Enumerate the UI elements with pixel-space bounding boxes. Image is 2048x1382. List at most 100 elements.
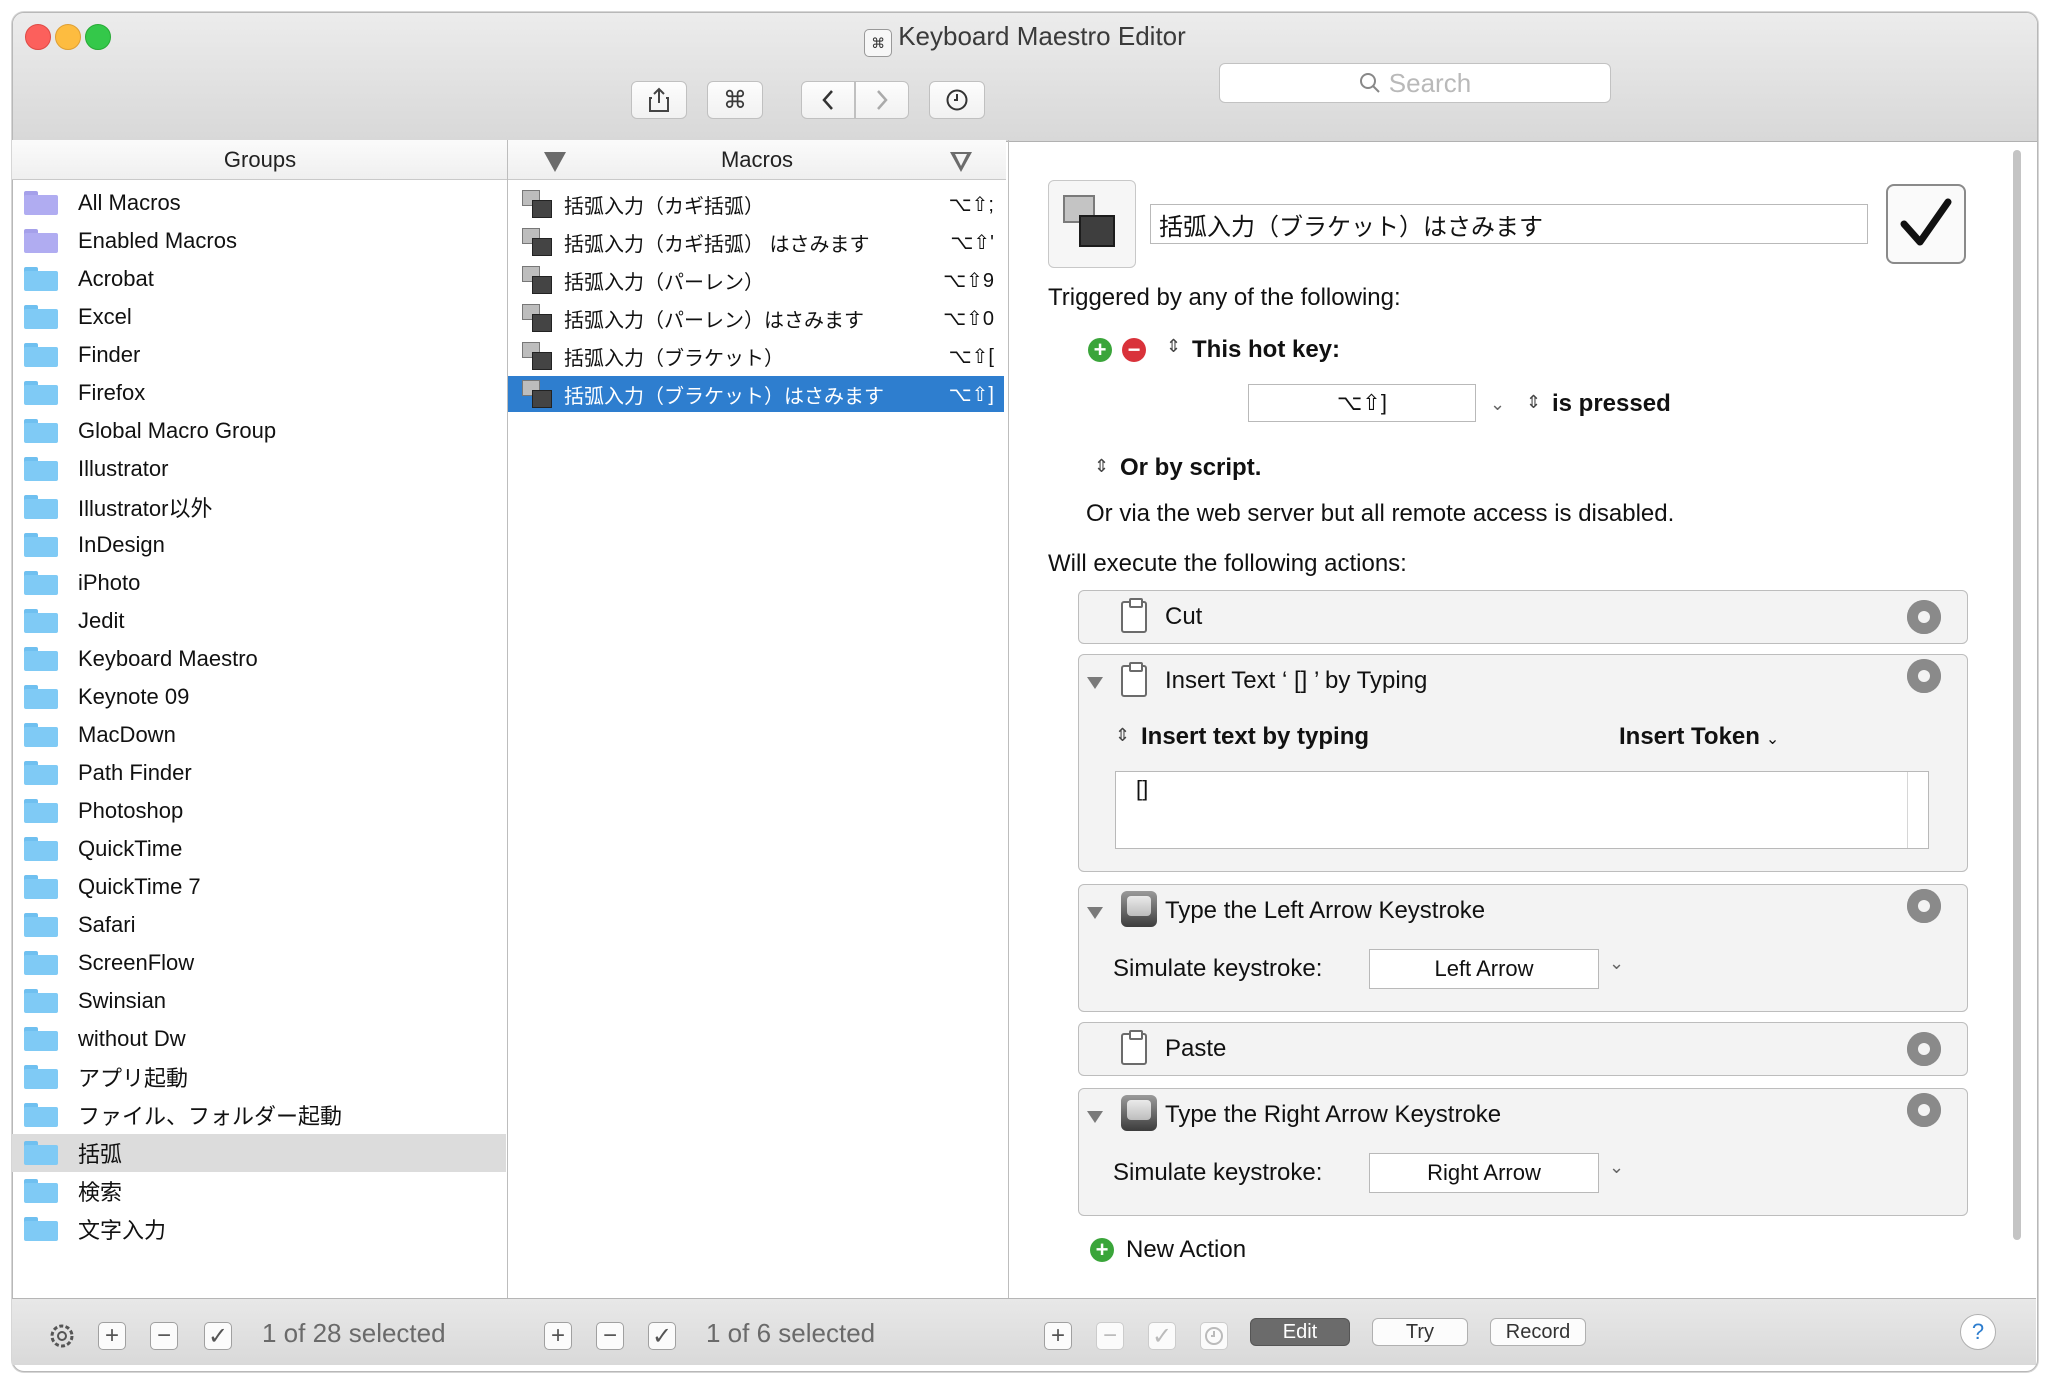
remove-group-button[interactable]: − (150, 1322, 178, 1350)
help-button[interactable]: ? (1960, 1314, 1996, 1350)
history-button[interactable] (929, 81, 985, 119)
gear-icon[interactable] (1907, 600, 1941, 634)
group-item[interactable]: 検索 (12, 1172, 506, 1210)
macros-header[interactable]: Macros (508, 140, 1006, 180)
enable-macro-button[interactable]: ✓ (648, 1322, 676, 1350)
group-item[interactable]: Acrobat (12, 260, 506, 298)
insert-mode-popup-icon[interactable]: ⇕ (1115, 725, 1130, 746)
macro-item[interactable]: 括弧入力（カギ括弧） はさみます ⌥⇧' (508, 224, 1004, 260)
add-editor-button[interactable]: + (1044, 1322, 1072, 1350)
insert-text-area[interactable]: [] (1115, 771, 1929, 849)
back-button[interactable] (801, 81, 855, 119)
hotkey-menu-chevron-icon[interactable]: ⌄ (1490, 394, 1505, 415)
or-by-script-label[interactable]: Or by script. (1120, 454, 1261, 482)
editor-scrollbar[interactable] (2010, 150, 2024, 1290)
timer-button[interactable] (1200, 1322, 1228, 1350)
remove-macro-button[interactable]: − (596, 1322, 624, 1350)
triggered-label: Triggered by any of the following: (1048, 284, 1401, 311)
forward-button[interactable] (855, 81, 909, 119)
macro-item[interactable]: 括弧入力（ブラケット）はさみます ⌥⇧] (508, 376, 1004, 412)
group-item[interactable]: Firefox (12, 374, 506, 412)
chevron-down-icon[interactable]: ⌄ (1609, 1157, 1624, 1178)
group-item[interactable]: Enabled Macros (12, 222, 506, 260)
is-pressed-label[interactable]: is pressed (1552, 390, 1671, 418)
group-item[interactable]: Finder (12, 336, 506, 374)
editor-scroll-thumb[interactable] (2013, 150, 2021, 1240)
command-button[interactable]: ⌘ (707, 81, 763, 119)
group-item[interactable]: MacDown (12, 716, 506, 754)
new-action-plus-icon[interactable]: + (1090, 1238, 1114, 1262)
hotkey-trigger-label[interactable]: This hot key: (1192, 336, 1340, 364)
group-item[interactable]: 括弧 (12, 1134, 506, 1172)
group-item[interactable]: without Dw (12, 1020, 506, 1058)
edit-button[interactable]: Edit (1250, 1318, 1350, 1346)
action-insert-text[interactable]: Insert Text ‘ [] ’ by Typing ⇕ Insert te… (1078, 654, 1968, 872)
right-keystroke-field[interactable]: Right Arrow (1369, 1153, 1599, 1193)
group-item[interactable]: アプリ起動 (12, 1058, 506, 1096)
macro-item[interactable]: 括弧入力（パーレン）はさみます ⌥⇧0 (508, 300, 1004, 336)
insert-mode-label[interactable]: Insert text by typing (1141, 723, 1369, 751)
gear-icon[interactable] (1907, 1032, 1941, 1066)
insert-token-label: Insert Token (1619, 723, 1760, 750)
group-item[interactable]: Global Macro Group (12, 412, 506, 450)
disclosure-triangle-icon[interactable] (1087, 1111, 1103, 1123)
remove-editor-button[interactable]: − (1096, 1322, 1124, 1350)
action-right-arrow[interactable]: Type the Right Arrow Keystroke Simulate … (1078, 1088, 1968, 1216)
action-paste[interactable]: Paste (1078, 1022, 1968, 1076)
groups-header[interactable]: Groups (12, 140, 508, 180)
action-left-arrow[interactable]: Type the Left Arrow Keystroke Simulate k… (1078, 884, 1968, 1012)
macro-item[interactable]: 括弧入力（カギ括弧） ⌥⇧; (508, 186, 1004, 222)
group-item[interactable]: QuickTime 7 (12, 868, 506, 906)
group-item[interactable]: Jedit (12, 602, 506, 640)
group-item[interactable]: Illustrator以外 (12, 488, 506, 526)
group-item[interactable]: Safari (12, 906, 506, 944)
disclosure-triangle-icon[interactable] (1087, 677, 1103, 689)
group-item[interactable]: Keynote 09 (12, 678, 506, 716)
macro-name-field[interactable]: 括弧入力（ブラケット）はさみます (1150, 204, 1868, 244)
try-button[interactable]: Try (1372, 1318, 1468, 1346)
add-trigger-button[interactable]: + (1088, 338, 1112, 362)
gear-icon[interactable] (1907, 659, 1941, 693)
macro-item[interactable]: 括弧入力（パーレン） ⌥⇧9 (508, 262, 1004, 298)
disclosure-triangle-icon[interactable] (1087, 907, 1103, 919)
script-trigger-popup-icon[interactable]: ⇕ (1094, 456, 1109, 477)
group-item[interactable]: QuickTime (12, 830, 506, 868)
insert-token-menu[interactable]: Insert Token ⌄ (1619, 723, 1779, 751)
group-item[interactable]: Path Finder (12, 754, 506, 792)
record-button[interactable]: Record (1490, 1318, 1586, 1346)
macro-item[interactable]: 括弧入力（ブラケット） ⌥⇧[ (508, 338, 1004, 374)
chevron-down-icon[interactable]: ⌄ (1609, 953, 1624, 974)
gear-icon[interactable] (1907, 1093, 1941, 1127)
enable-group-button[interactable]: ✓ (204, 1322, 232, 1350)
group-item[interactable]: Keyboard Maestro (12, 640, 506, 678)
group-item[interactable]: Illustrator (12, 450, 506, 488)
remove-trigger-button[interactable]: − (1122, 338, 1146, 362)
group-item[interactable]: iPhoto (12, 564, 506, 602)
folder-icon (24, 837, 58, 861)
gear-icon[interactable] (1907, 889, 1941, 923)
enable-editor-button[interactable]: ✓ (1148, 1322, 1176, 1350)
group-item[interactable]: All Macros (12, 184, 506, 222)
add-group-button[interactable]: + (98, 1322, 126, 1350)
group-item[interactable]: Photoshop (12, 792, 506, 830)
left-keystroke-field[interactable]: Left Arrow (1369, 949, 1599, 989)
add-macro-button[interactable]: + (544, 1322, 572, 1350)
group-item[interactable]: InDesign (12, 526, 506, 564)
pressed-popup-icon[interactable]: ⇕ (1526, 392, 1541, 413)
sort-down-icon[interactable] (544, 152, 566, 172)
trigger-type-popup-icon[interactable]: ⇕ (1166, 336, 1181, 357)
group-item[interactable]: ファイル、フォルダー起動 (12, 1096, 506, 1134)
group-item[interactable]: ScreenFlow (12, 944, 506, 982)
macro-enabled-checkbox[interactable] (1886, 184, 1966, 264)
group-item[interactable]: Excel (12, 298, 506, 336)
group-item[interactable]: 文字入力 (12, 1210, 506, 1248)
macro-icon-well[interactable] (1048, 180, 1136, 268)
group-settings-button[interactable] (48, 1322, 76, 1350)
new-action-button[interactable]: New Action (1126, 1236, 1246, 1264)
group-item[interactable]: Swinsian (12, 982, 506, 1020)
share-button[interactable] (631, 81, 687, 119)
search-field[interactable]: Search (1219, 63, 1611, 103)
macro-icon (522, 304, 552, 332)
hotkey-field[interactable]: ⌥⇧] (1248, 384, 1476, 422)
action-cut[interactable]: Cut (1078, 590, 1968, 644)
